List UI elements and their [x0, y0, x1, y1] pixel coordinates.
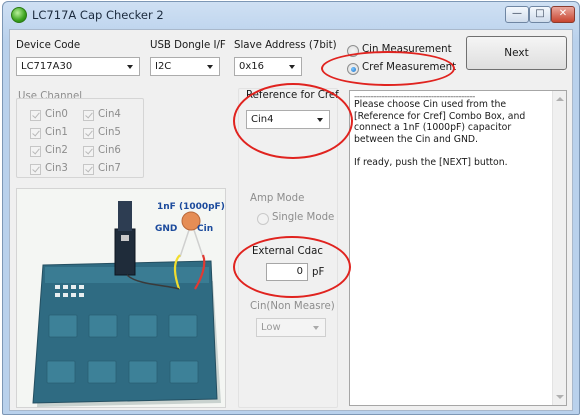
single-mode-label: Single Mode	[272, 212, 335, 223]
checkbox-cin2[interactable]	[30, 146, 41, 157]
checkbox-cin7[interactable]	[83, 164, 94, 175]
checkbox-cin0[interactable]	[30, 110, 41, 121]
chevron-down-icon	[127, 65, 133, 69]
usb-dongle-label: USB Dongle I/F	[150, 40, 226, 51]
external-cdac-input[interactable]: 0	[266, 263, 308, 281]
channel-label: Cin0	[45, 109, 68, 120]
usb-dongle-value: I2C	[155, 61, 172, 72]
usb-dongle-combo[interactable]: I2C	[150, 57, 220, 76]
scroll-down-icon[interactable]	[556, 395, 564, 399]
checkbox-cin6[interactable]	[83, 146, 94, 157]
chevron-down-icon	[207, 65, 213, 69]
chevron-down-icon	[313, 326, 319, 330]
channel-label: Cin5	[98, 127, 121, 138]
scroll-up-icon[interactable]	[556, 97, 564, 101]
memo-scrollbar[interactable]	[552, 91, 566, 405]
channel-label: Cin4	[98, 109, 121, 120]
chevron-down-icon	[317, 118, 323, 122]
capacitor-label: 1nF (1000pF)	[157, 202, 225, 212]
slave-address-value: 0x16	[239, 61, 265, 72]
close-button[interactable]: ✕	[551, 6, 575, 23]
channel-label: Cin1	[45, 127, 68, 138]
amp-mode-label: Amp Mode	[250, 193, 305, 204]
channel-label: Cin2	[45, 145, 68, 156]
gnd-label: GND	[155, 224, 177, 234]
external-cdac-value: 0	[296, 266, 303, 277]
board-illustration: 1nF (1000pF) GND Cin	[32, 201, 225, 407]
app-icon	[11, 7, 27, 23]
single-mode-radio[interactable]	[257, 213, 269, 225]
client-area: Device Code LC717A30 USB Dongle I/F I2C …	[9, 29, 573, 411]
cin-non-measure-combo[interactable]: Low	[256, 318, 326, 337]
memo-paragraph-1: Please choose Cin used from the [Referen…	[354, 99, 526, 145]
slave-address-combo[interactable]: 0x16	[234, 57, 302, 76]
cin-non-measure-value: Low	[261, 322, 281, 333]
chevron-down-icon	[289, 65, 295, 69]
cin-non-measure-label: Cin(Non Measre)	[250, 301, 335, 312]
checkbox-cin1[interactable]	[30, 128, 41, 139]
channel-label: Cin7	[98, 163, 121, 174]
checkbox-cin3[interactable]	[30, 164, 41, 175]
channel-label: Cin6	[98, 145, 121, 156]
cref-measurement-radio[interactable]	[347, 63, 359, 75]
cin-measurement-radio[interactable]	[347, 45, 359, 57]
checkbox-cin4[interactable]	[83, 110, 94, 121]
window-title: LC717A Cap Checker 2	[32, 8, 164, 22]
next-button[interactable]: Next	[466, 36, 567, 70]
instruction-memo[interactable]: ----------------------------------------…	[349, 90, 567, 406]
app-window: LC717A Cap Checker 2 — □ ✕ Device Code L…	[2, 1, 580, 415]
cin-measurement-label[interactable]: Cin Measurement	[362, 44, 452, 55]
memo-paragraph-2: If ready, push the [NEXT] button.	[354, 157, 508, 169]
maximize-button[interactable]: □	[529, 6, 551, 23]
checkbox-cin5[interactable]	[83, 128, 94, 139]
device-code-combo[interactable]: LC717A30	[16, 57, 140, 76]
cdac-unit-label: pF	[312, 267, 325, 278]
cref-measurement-label[interactable]: Cref Measurement	[362, 62, 456, 73]
title-bar[interactable]: LC717A Cap Checker 2 — □ ✕	[3, 2, 579, 28]
external-cdac-label: External Cdac	[252, 246, 323, 257]
cin-pin-label: Cin	[197, 224, 213, 234]
reference-cref-combo[interactable]: Cin4	[246, 110, 330, 129]
minimize-button[interactable]: —	[505, 6, 529, 23]
reference-cref-label: Reference for Cref	[246, 90, 339, 101]
channel-label: Cin3	[45, 163, 68, 174]
device-code-value: LC717A30	[21, 61, 73, 72]
memo-text: Please choose Cin used from the [Referen…	[354, 99, 544, 169]
device-code-label: Device Code	[16, 40, 81, 51]
board-photo: 1nF (1000pF) GND Cin	[16, 188, 226, 408]
reference-cref-value: Cin4	[251, 114, 274, 125]
slave-address-label: Slave Address (7bit)	[234, 40, 337, 51]
